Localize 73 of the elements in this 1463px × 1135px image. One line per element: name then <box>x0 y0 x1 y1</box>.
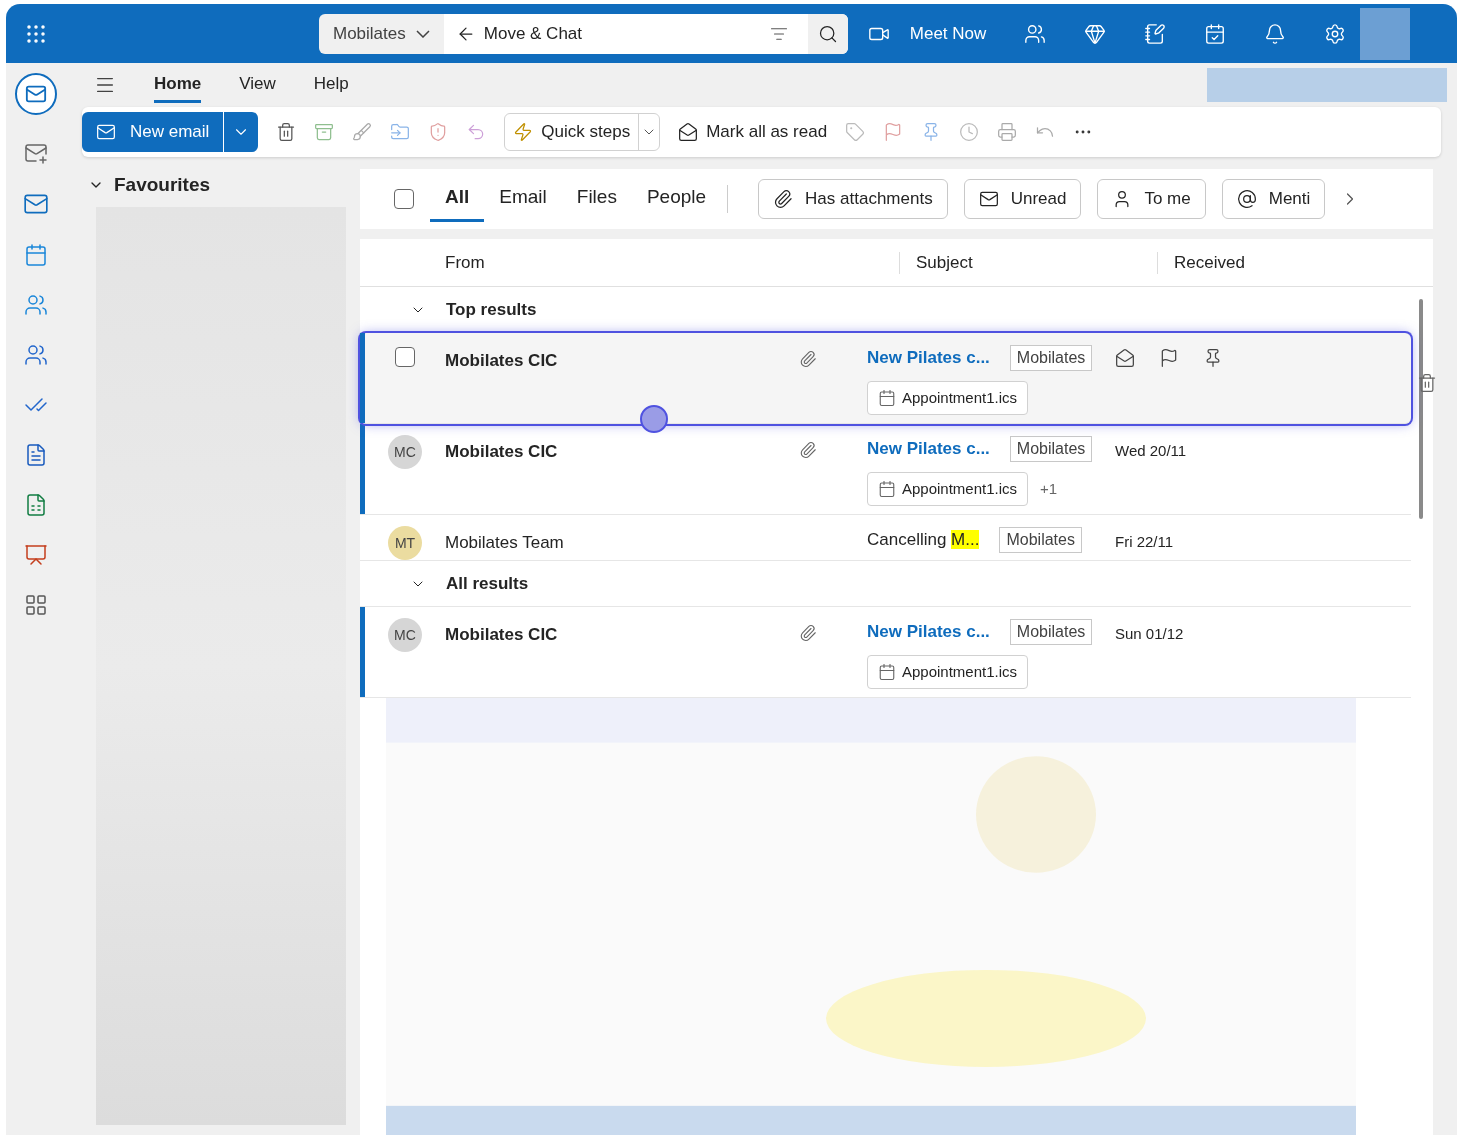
filter-tab[interactable]: All <box>430 176 485 222</box>
attachment-chip[interactable]: Appointment1.ics <box>867 472 1029 506</box>
favourites-header[interactable]: Favourites <box>88 169 360 201</box>
calendar-icon[interactable] <box>24 243 48 267</box>
row-checkbox[interactable] <box>395 347 415 367</box>
calendar-icon <box>878 480 896 498</box>
filter-tab[interactable]: Email <box>484 176 562 222</box>
sender-name: Mobilates Team <box>445 532 564 554</box>
search-icon <box>817 23 838 44</box>
category-tag: Mobilates <box>1009 436 1093 462</box>
delete-icon[interactable] <box>1417 373 1437 393</box>
mark-read-icon[interactable] <box>1115 348 1135 368</box>
column-header[interactable]: From <box>445 249 899 276</box>
message-row[interactable]: MC Mobilates CIC New Pilates c... Mobilates Appointment1.ics +1 Wed 20/11 <box>360 424 1411 515</box>
new-mail-icon[interactable] <box>24 141 48 165</box>
select-all-checkbox[interactable] <box>394 189 414 209</box>
filter-tab[interactable]: People <box>631 176 722 222</box>
filter-chip-icon <box>773 189 794 209</box>
avatar: MT <box>388 526 422 560</box>
category-tag: Mobilates <box>1009 345 1093 371</box>
ribbon-tab[interactable]: View <box>239 67 276 103</box>
received-date: Sun 01/12 <box>1115 625 1184 642</box>
subject-text: New Pilates c... <box>867 621 990 644</box>
sender-name: Mobilates CIC <box>445 624 558 646</box>
chevron-down-icon <box>415 29 430 38</box>
subject-text: Cancelling M... <box>867 529 980 552</box>
attachment-chip[interactable]: Appointment1.ics <box>867 381 1029 415</box>
received-date: Wed 20/11 <box>1115 442 1187 459</box>
diamond-icon[interactable] <box>1084 22 1107 45</box>
calendar-icon <box>878 663 896 681</box>
subject-text: New Pilates c... <box>867 438 990 461</box>
mail-icon <box>96 122 116 142</box>
scrollbar[interactable] <box>1419 299 1423 519</box>
mark-all-read-button[interactable]: Mark all as read <box>678 119 828 145</box>
column-header[interactable]: Received <box>1174 249 1245 276</box>
open-envelope-icon <box>678 122 699 142</box>
category-tag: Mobilates <box>1009 619 1093 645</box>
message-row[interactable]: MC Mobilates CIC New Pilates c... Mobilates Appointment1.ics Sun 01/12 <box>360 607 1411 698</box>
received-date: Fri 22/11 <box>1115 533 1174 550</box>
flag-icon[interactable] <box>1159 348 1179 368</box>
filter-chip[interactable]: Menti <box>1221 179 1326 219</box>
avatar: MC <box>388 618 422 652</box>
filter-chip[interactable]: Unread <box>963 179 1082 219</box>
lightning-icon <box>513 122 534 142</box>
more-apps-icon[interactable] <box>24 593 48 617</box>
ribbon-tab[interactable]: Help <box>313 67 349 103</box>
meet-now-button[interactable]: Meet Now <box>867 20 987 47</box>
search-query: Move & Chat <box>483 22 584 45</box>
settings-icon[interactable] <box>1324 22 1347 45</box>
ribbon-tab[interactable]: Home <box>154 67 202 103</box>
notifications-icon[interactable] <box>1264 22 1287 45</box>
subject-text: New Pilates c... <box>867 347 990 370</box>
search-field[interactable]: Move & Chat <box>443 13 848 54</box>
category-tag: Mobilates <box>999 527 1082 553</box>
task-icon[interactable] <box>1204 22 1227 45</box>
filter-tab[interactable]: Files <box>561 176 632 222</box>
filter-chip-icon <box>1236 189 1257 209</box>
delete-icon[interactable] <box>276 122 297 142</box>
attachment-chip[interactable]: Appointment1.ics <box>867 655 1029 689</box>
more-count: +1 <box>1040 478 1058 499</box>
groups-icon[interactable] <box>24 343 48 367</box>
search-button[interactable] <box>807 13 848 54</box>
filter-chip-icon <box>978 189 999 209</box>
people-icon[interactable] <box>24 293 48 317</box>
avatar: MC <box>388 435 422 469</box>
filter-chip[interactable]: To me <box>1097 179 1206 219</box>
column-header[interactable]: Subject <box>916 249 1157 276</box>
calendar-icon <box>878 389 896 407</box>
filter-chip[interactable]: Has attachments <box>758 179 948 219</box>
search-scope-dropdown[interactable]: Mobilates <box>319 13 444 54</box>
sender-name: Mobilates CIC <box>445 350 558 372</box>
sender-name: Mobilates CIC <box>445 441 558 463</box>
notebook-icon[interactable] <box>1144 22 1167 45</box>
